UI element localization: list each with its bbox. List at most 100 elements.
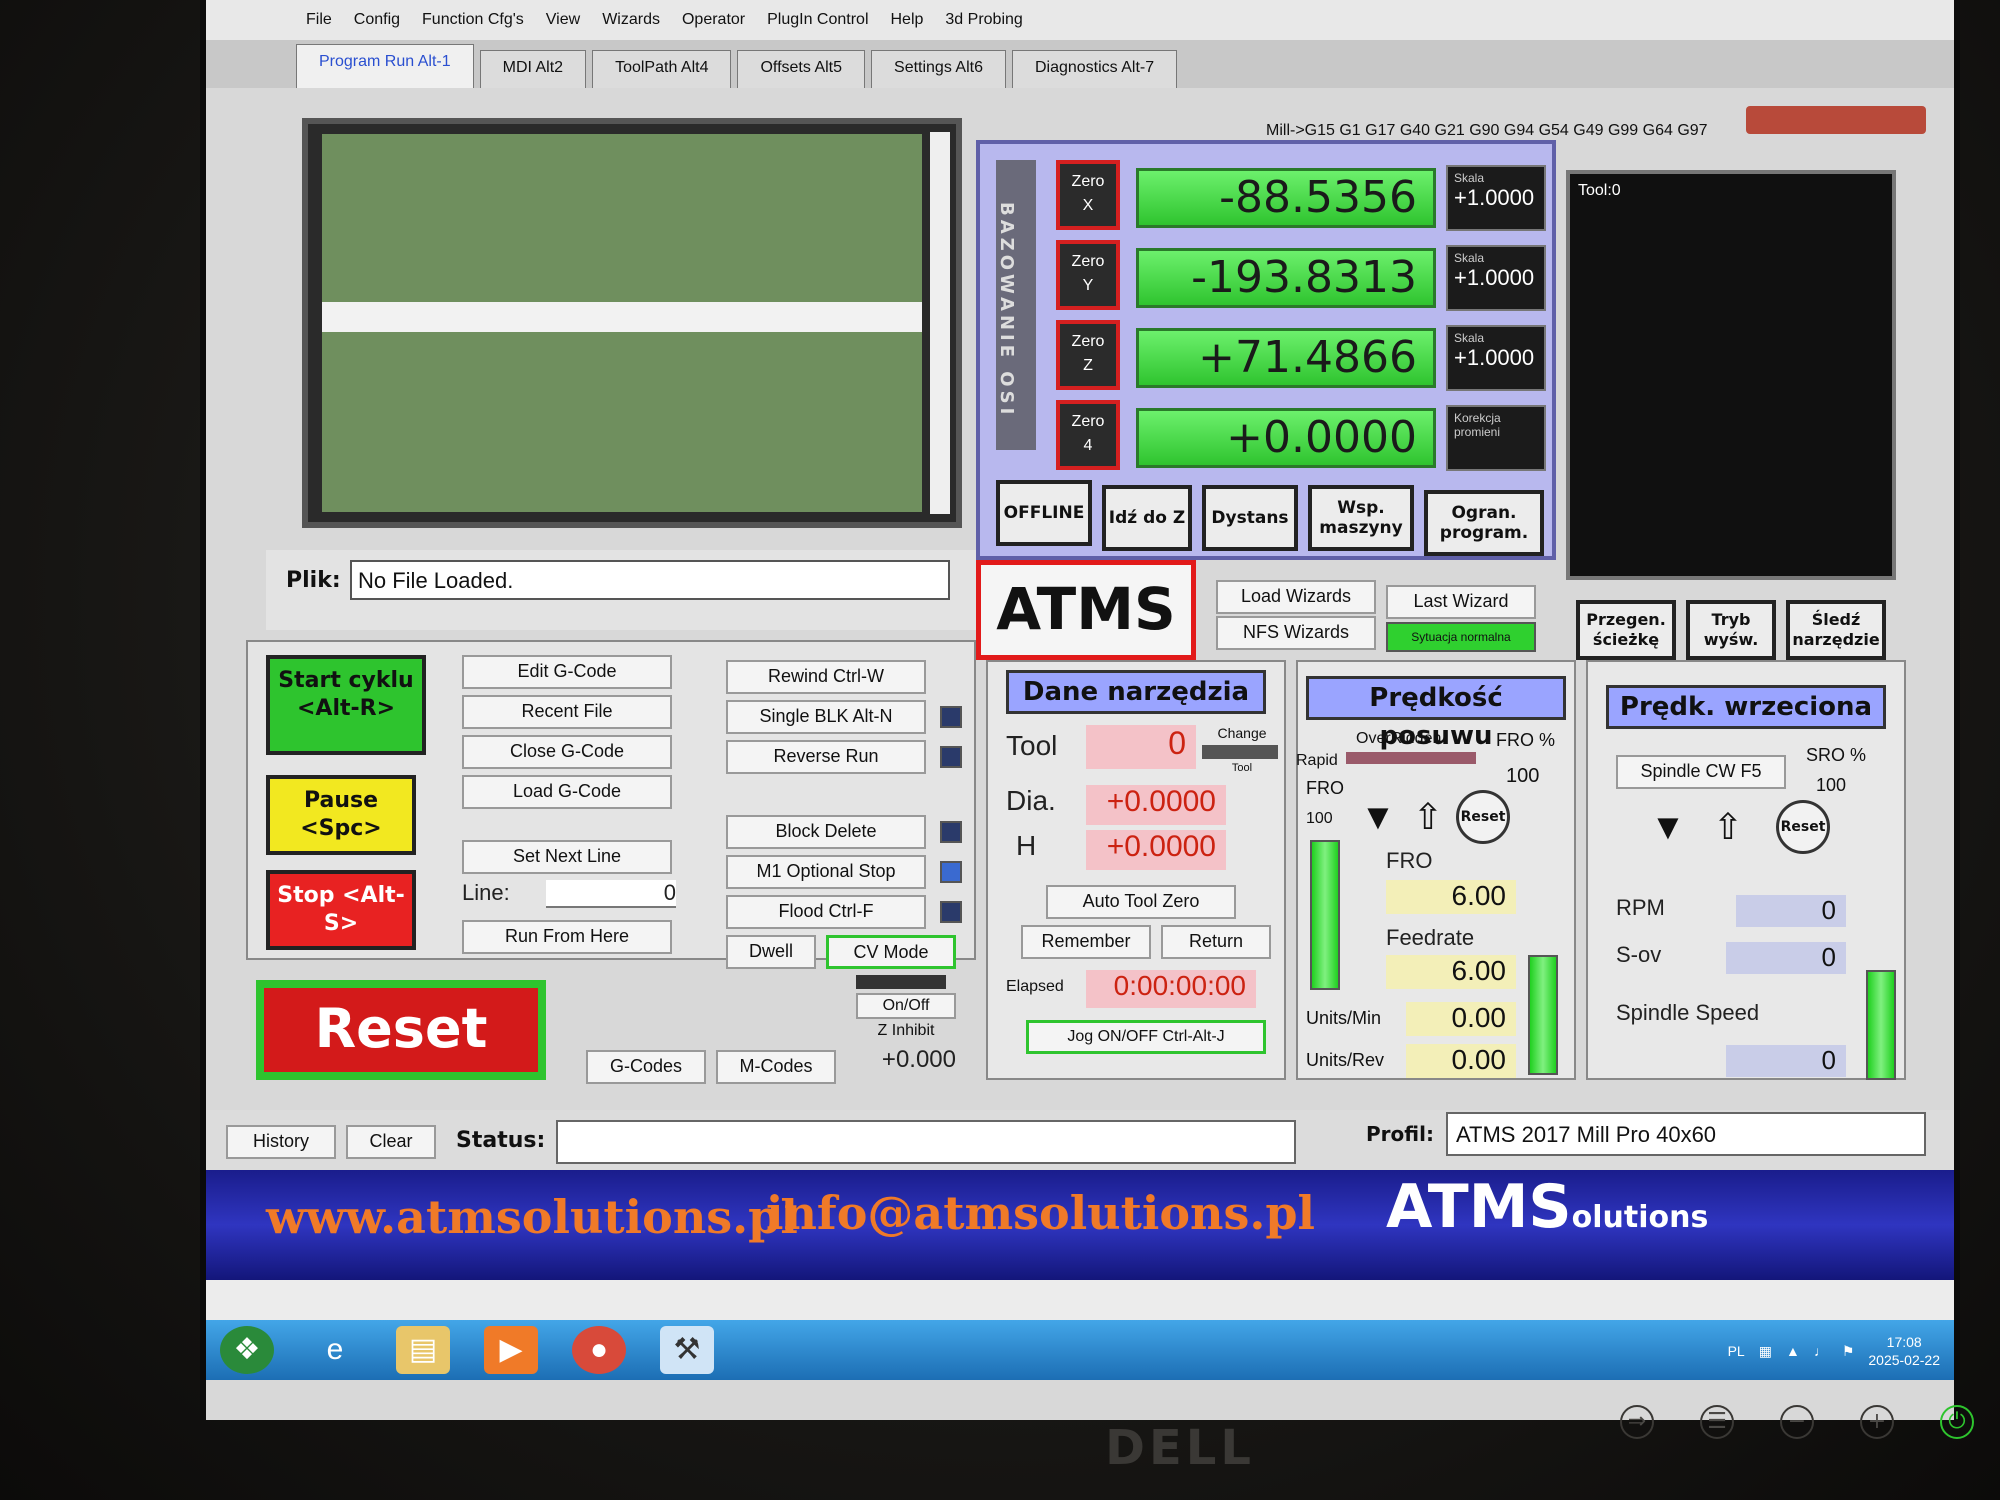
close-gcode-button[interactable]: Close G-Code bbox=[462, 735, 672, 769]
file-explorer-icon[interactable]: ▤ bbox=[396, 1326, 450, 1374]
flag-icon[interactable]: ⚑ bbox=[1842, 1343, 1855, 1360]
tab-program-run[interactable]: Program Run Alt-1 bbox=[296, 44, 474, 88]
m1-optional-stop-button[interactable]: M1 Optional Stop bbox=[726, 855, 926, 889]
menu-function-cfgs[interactable]: Function Cfg's bbox=[422, 11, 524, 29]
monitor-power-icon[interactable]: ⏻ bbox=[1940, 1405, 1974, 1439]
menu-plugin-control[interactable]: PlugIn Control bbox=[767, 11, 868, 29]
history-button[interactable]: History bbox=[226, 1125, 336, 1159]
preview-scrollbar[interactable] bbox=[930, 132, 950, 514]
monitor-plus-icon[interactable]: + bbox=[1860, 1405, 1894, 1439]
spindle-override-slider[interactable] bbox=[1866, 970, 1896, 1080]
pause-button[interactable]: Pause <Spc> bbox=[266, 775, 416, 855]
fro-up-icon[interactable]: ⇧ bbox=[1406, 795, 1450, 839]
rpm-value[interactable]: 0 bbox=[1736, 895, 1846, 927]
dro-y-value[interactable]: -193.8313 bbox=[1136, 248, 1436, 308]
single-block-led bbox=[940, 706, 962, 728]
reverse-run-button[interactable]: Reverse Run bbox=[726, 740, 926, 774]
last-wizard-button[interactable]: Last Wizard bbox=[1386, 585, 1536, 619]
rapid-fro-slider[interactable] bbox=[1310, 840, 1340, 990]
z-inhibit-value[interactable]: +0.000 bbox=[846, 1046, 956, 1074]
fro-reset-button[interactable]: Reset bbox=[1456, 790, 1510, 844]
stop-button[interactable]: Stop <Alt-S> bbox=[266, 870, 416, 950]
display-mode-button[interactable]: Tryb wyśw. bbox=[1686, 600, 1776, 660]
mach3-icon[interactable]: ⚒ bbox=[660, 1326, 714, 1374]
zero-z-button[interactable]: Zero Z bbox=[1056, 320, 1120, 390]
spindle-cw-button[interactable]: Spindle CW F5 bbox=[1616, 755, 1786, 789]
feedrate-value[interactable]: 6.00 bbox=[1386, 955, 1516, 989]
run-from-here-button[interactable]: Run From Here bbox=[462, 920, 672, 954]
menu-3d-probing[interactable]: 3d Probing bbox=[945, 11, 1022, 29]
offline-button[interactable]: OFFLINE bbox=[996, 480, 1092, 546]
auto-tool-zero-button[interactable]: Auto Tool Zero bbox=[1046, 885, 1236, 919]
dro-z-value[interactable]: +71.4866 bbox=[1136, 328, 1436, 388]
menu-operator[interactable]: Operator bbox=[682, 11, 745, 29]
machine-coords-button[interactable]: Wsp. maszyny bbox=[1308, 485, 1414, 551]
flood-button[interactable]: Flood Ctrl-F bbox=[726, 895, 926, 929]
single-block-button[interactable]: Single BLK Alt-N bbox=[726, 700, 926, 734]
mcodes-button[interactable]: M-Codes bbox=[716, 1050, 836, 1084]
monitor-menu-icon[interactable]: ☰ bbox=[1700, 1405, 1734, 1439]
goto-z-button[interactable]: Idź do Z bbox=[1102, 485, 1192, 551]
distance-button[interactable]: Dystans bbox=[1202, 485, 1298, 551]
monitor-input-icon[interactable]: ⇒ bbox=[1620, 1405, 1654, 1439]
volume-icon[interactable]: ♩ bbox=[1814, 1343, 1828, 1359]
sro-reset-button[interactable]: Reset bbox=[1776, 800, 1830, 854]
tab-settings[interactable]: Settings Alt6 bbox=[871, 50, 1006, 88]
tab-diagnostics[interactable]: Diagnostics Alt-7 bbox=[1011, 50, 1178, 88]
start-orb-icon[interactable]: ❖ bbox=[220, 1326, 274, 1374]
menu-file[interactable]: File bbox=[306, 11, 332, 29]
tray-up-icon[interactable]: ▲ bbox=[1786, 1343, 1800, 1359]
rewind-button[interactable]: Rewind Ctrl-W bbox=[726, 660, 926, 694]
language-indicator[interactable]: PL bbox=[1728, 1343, 1745, 1359]
jog-toggle-button[interactable]: Jog ON/OFF Ctrl-Alt-J bbox=[1026, 1020, 1266, 1054]
z-inhibit-onoff-button[interactable]: On/Off bbox=[856, 993, 956, 1019]
clear-button[interactable]: Clear bbox=[346, 1125, 436, 1159]
media-player-icon[interactable]: ▶ bbox=[484, 1326, 538, 1374]
network-icon[interactable]: ▦ bbox=[1759, 1343, 1772, 1360]
internet-explorer-icon[interactable]: e bbox=[308, 1326, 362, 1374]
gcodes-button[interactable]: G-Codes bbox=[586, 1050, 706, 1084]
edit-gcode-button[interactable]: Edit G-Code bbox=[462, 655, 672, 689]
zero-y-button[interactable]: Zero Y bbox=[1056, 240, 1120, 310]
follow-tool-button[interactable]: Śledź narzędzie bbox=[1786, 600, 1886, 660]
dro-4-value[interactable]: +0.0000 bbox=[1136, 408, 1436, 468]
recent-file-button[interactable]: Recent File bbox=[462, 695, 672, 729]
tab-offsets[interactable]: Offsets Alt5 bbox=[737, 50, 866, 88]
set-next-line-button[interactable]: Set Next Line bbox=[462, 840, 672, 874]
dro-x-value[interactable]: -88.5356 bbox=[1136, 168, 1436, 228]
fro-down-icon[interactable]: ▼ bbox=[1356, 795, 1400, 839]
height-field[interactable]: +0.0000 bbox=[1086, 830, 1226, 870]
return-button[interactable]: Return bbox=[1161, 925, 1271, 959]
preview-area-top bbox=[322, 134, 922, 302]
load-gcode-button[interactable]: Load G-Code bbox=[462, 775, 672, 809]
tab-mdi[interactable]: MDI Alt2 bbox=[479, 50, 587, 88]
sro-down-icon[interactable]: ▼ bbox=[1646, 805, 1690, 849]
menu-config[interactable]: Config bbox=[354, 11, 400, 29]
nfs-wizards-button[interactable]: NFS Wizards bbox=[1216, 616, 1376, 650]
reset-button[interactable]: Reset bbox=[256, 980, 546, 1080]
block-delete-button[interactable]: Block Delete bbox=[726, 815, 926, 849]
sro-up-icon[interactable]: ⇧ bbox=[1706, 805, 1750, 849]
fro-value[interactable]: 6.00 bbox=[1386, 880, 1516, 914]
chrome-icon[interactable]: ● bbox=[572, 1326, 626, 1374]
monitor-minus-icon[interactable]: − bbox=[1780, 1405, 1814, 1439]
diameter-field[interactable]: +0.0000 bbox=[1086, 785, 1226, 825]
zero-4-button[interactable]: Zero 4 bbox=[1056, 400, 1120, 470]
scale-y: Skala +1.0000 bbox=[1446, 245, 1546, 311]
clock[interactable]: 17:08 2025-02-22 bbox=[1868, 1333, 1940, 1369]
soft-limits-button[interactable]: Ogran. program. bbox=[1424, 490, 1544, 556]
feed-override-slider[interactable] bbox=[1528, 955, 1558, 1075]
scale-y-label: Skala bbox=[1454, 251, 1485, 265]
remember-button[interactable]: Remember bbox=[1021, 925, 1151, 959]
menu-wizards[interactable]: Wizards bbox=[602, 11, 660, 29]
regen-toolpath-button[interactable]: Przegen. ścieżkę bbox=[1576, 600, 1676, 660]
zero-x-button[interactable]: Zero X bbox=[1056, 160, 1120, 230]
tab-toolpath[interactable]: ToolPath Alt4 bbox=[592, 50, 732, 88]
line-field[interactable]: 0 bbox=[546, 880, 676, 908]
load-wizards-button[interactable]: Load Wizards bbox=[1216, 580, 1376, 614]
menu-help[interactable]: Help bbox=[891, 11, 924, 29]
menu-view[interactable]: View bbox=[546, 11, 580, 29]
cycle-start-button[interactable]: Start cyklu <Alt-R> bbox=[266, 655, 426, 755]
gcode-preview[interactable] bbox=[302, 118, 962, 528]
tool-number-field[interactable]: 0 bbox=[1086, 725, 1196, 769]
